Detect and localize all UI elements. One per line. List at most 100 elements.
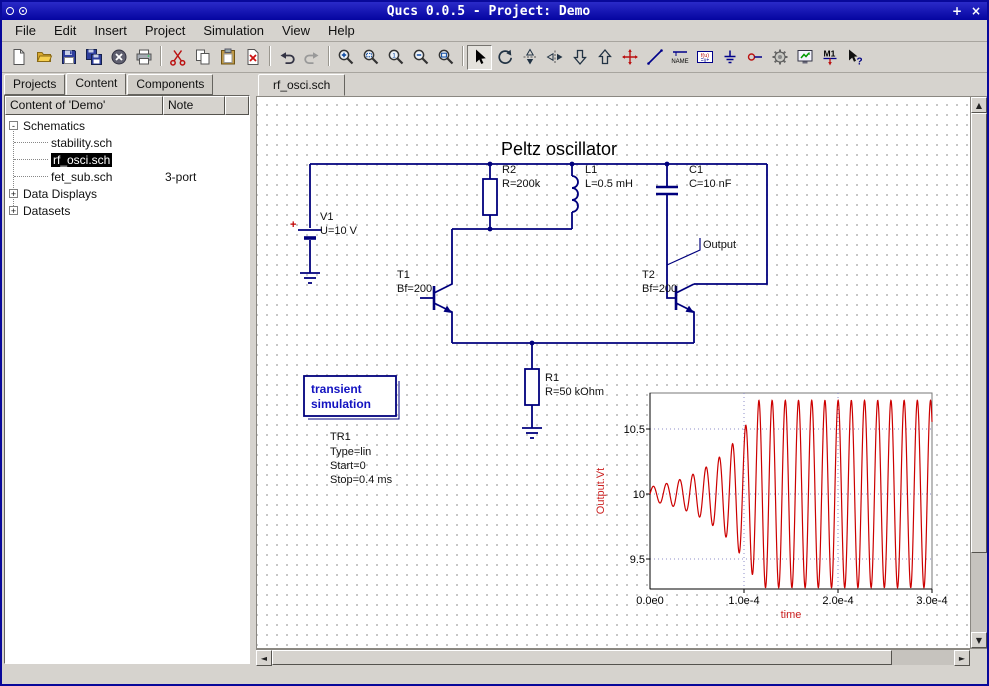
whats-this-help-button[interactable]: ? — [842, 45, 867, 70]
tree-item-rf-osci-sch[interactable]: rf_osci.sch — [5, 151, 249, 168]
mirror-vertical-button[interactable] — [517, 45, 542, 70]
paste-button[interactable] — [215, 45, 240, 70]
svg-text:9.5: 9.5 — [630, 554, 645, 566]
vertical-scroll-thumb[interactable] — [971, 113, 987, 553]
horizontal-scroll-thumb[interactable] — [272, 650, 892, 665]
copy-button[interactable] — [190, 45, 215, 70]
rotate-ccw-button[interactable] — [492, 45, 517, 70]
zoom-fit-button[interactable] — [433, 45, 458, 70]
mirror-horizontal-button[interactable] — [542, 45, 567, 70]
ground-symbol-v1[interactable] — [300, 273, 320, 283]
vertical-scroll-track[interactable] — [971, 553, 987, 632]
menu-view[interactable]: View — [273, 21, 319, 40]
menu-file[interactable]: File — [6, 21, 45, 40]
set-marker-button[interactable]: M1 — [817, 45, 842, 70]
insert-equation-button[interactable]: f(u)=u+ — [692, 45, 717, 70]
node-label-output[interactable]: Output — [667, 238, 736, 265]
scroll-right-button[interactable]: ► — [954, 650, 970, 666]
tree-item-datasets[interactable]: + Datasets — [5, 202, 249, 219]
move-component-button[interactable] — [617, 45, 642, 70]
component-t1[interactable]: T1 Bf=200 — [397, 229, 452, 343]
menu-insert[interactable]: Insert — [85, 21, 136, 40]
undo-button[interactable] — [274, 45, 299, 70]
insert-ground-button[interactable] — [717, 45, 742, 70]
tree-column-note[interactable]: Note — [163, 96, 225, 115]
menu-edit[interactable]: Edit — [45, 21, 85, 40]
scroll-down-button[interactable]: ▼ — [971, 632, 987, 648]
expand-icon[interactable]: + — [9, 189, 18, 198]
go-up-hierarchy-button[interactable] — [592, 45, 617, 70]
component-l1[interactable]: L1 L=0.5 mH — [572, 164, 633, 212]
menu-simulation[interactable]: Simulation — [194, 21, 273, 40]
zoom-out-icon — [412, 48, 430, 66]
open-folder-button[interactable] — [31, 45, 56, 70]
window-close-button[interactable]: × — [969, 4, 983, 18]
select-pointer-button[interactable] — [467, 45, 492, 70]
tree-item-label: stability.sch — [51, 136, 112, 150]
tree-column-content[interactable]: Content of 'Demo' — [5, 96, 163, 115]
toolbar-separator — [458, 46, 467, 68]
component-r2[interactable]: R2 R=200k — [483, 164, 541, 215]
zoom-select-button[interactable] — [358, 45, 383, 70]
insert-wire-button[interactable] — [642, 45, 667, 70]
cut-button[interactable] — [165, 45, 190, 70]
tree-item-stability-sch[interactable]: stability.sch — [5, 134, 249, 151]
mirror-vertical-icon — [521, 48, 539, 66]
horizontal-scrollbar[interactable]: ◄ ► — [256, 649, 970, 665]
save-button[interactable] — [56, 45, 81, 70]
collapse-icon[interactable]: - — [9, 121, 18, 130]
simulation-block[interactable]: transient simulation TR1 Type=lin Start=… — [304, 376, 399, 486]
svg-text:Start=0: Start=0 — [330, 460, 366, 472]
scroll-up-button[interactable]: ▲ — [971, 97, 987, 113]
go-into-subcircuit-button[interactable] — [567, 45, 592, 70]
schematic-drawing: + V1 U=10 V R2 R=200k — [257, 97, 970, 646]
zoom-select-icon — [362, 48, 380, 66]
zoom-in-button[interactable] — [333, 45, 358, 70]
window-restore-button[interactable]: + — [950, 4, 964, 18]
zoom-out-button[interactable] — [408, 45, 433, 70]
component-v1[interactable]: + V1 U=10 V — [290, 211, 358, 238]
component-r1[interactable]: R1 R=50 kOhm — [525, 369, 604, 405]
expand-icon[interactable]: + — [9, 206, 18, 215]
tree-item-data-displays[interactable]: + Data Displays — [5, 185, 249, 202]
svg-text:L1: L1 — [585, 164, 597, 176]
vertical-scrollbar[interactable]: ▲ ▼ — [970, 97, 987, 648]
print-button[interactable] — [131, 45, 156, 70]
plot-x-axis-label: time — [781, 609, 802, 621]
tree-item-fet-sub-sch[interactable]: fet_sub.sch 3-port — [5, 168, 249, 185]
insert-port-button[interactable] — [742, 45, 767, 70]
toolbar: 1 NAME f(u)=u+ M1 ? — [2, 42, 987, 73]
tab-projects[interactable]: Projects — [4, 74, 65, 95]
view-data-display-button[interactable] — [792, 45, 817, 70]
svg-text:1.0e-4: 1.0e-4 — [728, 595, 759, 607]
schematic-canvas[interactable]: + V1 U=10 V R2 R=200k — [257, 97, 970, 648]
menu-help[interactable]: Help — [319, 21, 364, 40]
tree-item-schematics[interactable]: - Schematics — [5, 117, 249, 134]
menu-project[interactable]: Project — [136, 21, 194, 40]
tree-item-label: Schematics — [23, 119, 85, 133]
svg-text:Type=lin: Type=lin — [330, 446, 371, 458]
zoom-1-1-button[interactable]: 1 — [383, 45, 408, 70]
tab-content[interactable]: Content — [66, 73, 126, 95]
save-all-button[interactable] — [81, 45, 106, 70]
save-icon — [60, 48, 78, 66]
scroll-left-button[interactable]: ◄ — [256, 650, 272, 666]
sticky-pin-icon[interactable] — [6, 7, 14, 15]
diagram-plot[interactable]: 10.5 10 9.5 0.0e0 1.0e-4 2.0e-4 3.0e-4 O… — [595, 393, 948, 621]
component-t2[interactable]: T2 Bf=200 — [642, 269, 694, 343]
redo-button[interactable] — [299, 45, 324, 70]
close-document-button[interactable] — [106, 45, 131, 70]
delete-button[interactable] — [240, 45, 265, 70]
insert-label-button[interactable]: NAME — [667, 45, 692, 70]
ground-symbol-r1[interactable] — [522, 428, 542, 438]
document-tab[interactable]: rf_osci.sch — [258, 74, 345, 96]
canvas-frame: + V1 U=10 V R2 R=200k — [256, 96, 987, 649]
new-file-button[interactable] — [6, 45, 31, 70]
svg-text:C1: C1 — [689, 164, 703, 176]
tab-components[interactable]: Components — [127, 74, 213, 95]
svg-text:R=200k: R=200k — [502, 178, 541, 190]
simulate-button[interactable] — [767, 45, 792, 70]
window-menu-icon[interactable] — [19, 7, 27, 15]
horizontal-scroll-track[interactable] — [892, 650, 954, 665]
titlebar[interactable]: Qucs 0.0.5 - Project: Demo + × — [2, 2, 987, 20]
